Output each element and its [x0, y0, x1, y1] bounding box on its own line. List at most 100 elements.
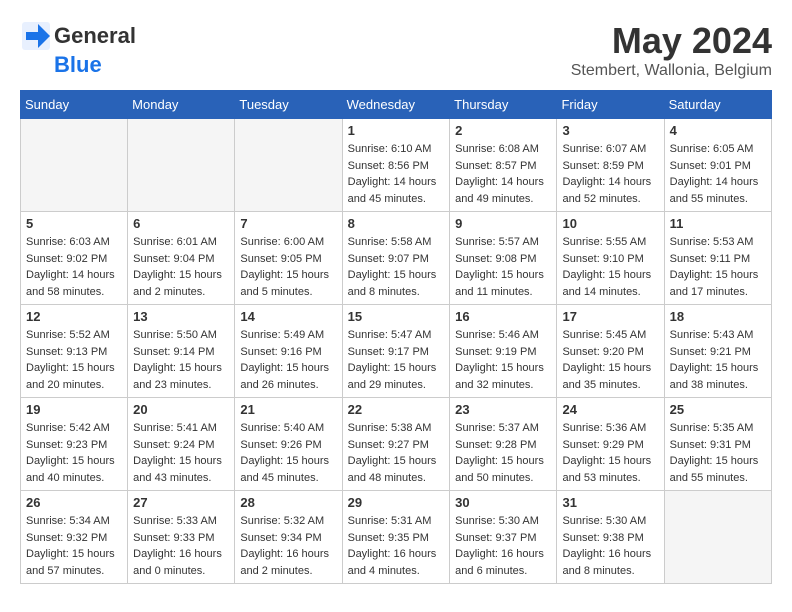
day-info: Sunrise: 6:08 AMSunset: 8:57 PMDaylight:… [455, 141, 551, 207]
sunrise-text: Sunrise: 5:46 AM [455, 327, 551, 344]
daylight-text: Daylight: 15 hours and 5 minutes. [240, 267, 336, 300]
day-info: Sunrise: 6:00 AMSunset: 9:05 PMDaylight:… [240, 234, 336, 300]
daylight-text: Daylight: 14 hours and 52 minutes. [562, 174, 658, 207]
day-info: Sunrise: 6:01 AMSunset: 9:04 PMDaylight:… [133, 234, 229, 300]
sunset-text: Sunset: 9:28 PM [455, 437, 551, 454]
daylight-text: Daylight: 16 hours and 6 minutes. [455, 546, 551, 579]
sunrise-text: Sunrise: 5:31 AM [348, 513, 445, 530]
day-info: Sunrise: 6:03 AMSunset: 9:02 PMDaylight:… [26, 234, 122, 300]
sunset-text: Sunset: 9:27 PM [348, 437, 445, 454]
day-number: 24 [562, 402, 658, 417]
day-number: 27 [133, 495, 229, 510]
calendar-cell: 15Sunrise: 5:47 AMSunset: 9:17 PMDayligh… [342, 305, 450, 398]
day-info: Sunrise: 5:30 AMSunset: 9:37 PMDaylight:… [455, 513, 551, 579]
sunset-text: Sunset: 9:23 PM [26, 437, 122, 454]
sunrise-text: Sunrise: 6:05 AM [670, 141, 766, 158]
day-info: Sunrise: 5:30 AMSunset: 9:38 PMDaylight:… [562, 513, 658, 579]
day-number: 5 [26, 216, 122, 231]
day-number: 17 [562, 309, 658, 324]
sunrise-text: Sunrise: 5:53 AM [670, 234, 766, 251]
daylight-text: Daylight: 15 hours and 45 minutes. [240, 453, 336, 486]
daylight-text: Daylight: 16 hours and 8 minutes. [562, 546, 658, 579]
day-number: 6 [133, 216, 229, 231]
sunrise-text: Sunrise: 5:45 AM [562, 327, 658, 344]
daylight-text: Daylight: 15 hours and 32 minutes. [455, 360, 551, 393]
calendar-header-row: SundayMondayTuesdayWednesdayThursdayFrid… [21, 91, 772, 119]
day-info: Sunrise: 5:38 AMSunset: 9:27 PMDaylight:… [348, 420, 445, 486]
day-info: Sunrise: 6:07 AMSunset: 8:59 PMDaylight:… [562, 141, 658, 207]
day-number: 11 [670, 216, 766, 231]
day-number: 21 [240, 402, 336, 417]
column-header-friday: Friday [557, 91, 664, 119]
calendar-cell: 30Sunrise: 5:30 AMSunset: 9:37 PMDayligh… [450, 491, 557, 584]
sunrise-text: Sunrise: 5:37 AM [455, 420, 551, 437]
day-info: Sunrise: 5:53 AMSunset: 9:11 PMDaylight:… [670, 234, 766, 300]
day-number: 12 [26, 309, 122, 324]
day-info: Sunrise: 5:58 AMSunset: 9:07 PMDaylight:… [348, 234, 445, 300]
column-header-thursday: Thursday [450, 91, 557, 119]
logo: General Blue [20, 20, 136, 78]
sunrise-text: Sunrise: 5:32 AM [240, 513, 336, 530]
day-number: 8 [348, 216, 445, 231]
daylight-text: Daylight: 15 hours and 26 minutes. [240, 360, 336, 393]
calendar-cell: 14Sunrise: 5:49 AMSunset: 9:16 PMDayligh… [235, 305, 342, 398]
sunrise-text: Sunrise: 5:30 AM [455, 513, 551, 530]
calendar-cell: 18Sunrise: 5:43 AMSunset: 9:21 PMDayligh… [664, 305, 771, 398]
sunset-text: Sunset: 9:11 PM [670, 251, 766, 268]
calendar-cell: 29Sunrise: 5:31 AMSunset: 9:35 PMDayligh… [342, 491, 450, 584]
daylight-text: Daylight: 15 hours and 29 minutes. [348, 360, 445, 393]
daylight-text: Daylight: 15 hours and 17 minutes. [670, 267, 766, 300]
day-number: 25 [670, 402, 766, 417]
daylight-text: Daylight: 15 hours and 53 minutes. [562, 453, 658, 486]
column-header-sunday: Sunday [21, 91, 128, 119]
day-info: Sunrise: 5:43 AMSunset: 9:21 PMDaylight:… [670, 327, 766, 393]
sunrise-text: Sunrise: 5:50 AM [133, 327, 229, 344]
sunset-text: Sunset: 9:14 PM [133, 344, 229, 361]
day-number: 15 [348, 309, 445, 324]
logo-blue: Blue [54, 52, 102, 78]
sunrise-text: Sunrise: 5:41 AM [133, 420, 229, 437]
logo-general: General [54, 23, 136, 49]
day-number: 26 [26, 495, 122, 510]
calendar-cell: 23Sunrise: 5:37 AMSunset: 9:28 PMDayligh… [450, 398, 557, 491]
daylight-text: Daylight: 14 hours and 55 minutes. [670, 174, 766, 207]
calendar-cell: 25Sunrise: 5:35 AMSunset: 9:31 PMDayligh… [664, 398, 771, 491]
sunset-text: Sunset: 9:19 PM [455, 344, 551, 361]
daylight-text: Daylight: 14 hours and 58 minutes. [26, 267, 122, 300]
sunset-text: Sunset: 9:33 PM [133, 530, 229, 547]
sunrise-text: Sunrise: 5:57 AM [455, 234, 551, 251]
day-info: Sunrise: 5:37 AMSunset: 9:28 PMDaylight:… [455, 420, 551, 486]
daylight-text: Daylight: 15 hours and 2 minutes. [133, 267, 229, 300]
sunset-text: Sunset: 9:26 PM [240, 437, 336, 454]
day-number: 4 [670, 123, 766, 138]
daylight-text: Daylight: 15 hours and 38 minutes. [670, 360, 766, 393]
sunrise-text: Sunrise: 5:38 AM [348, 420, 445, 437]
month-title: May 2024 [571, 20, 772, 62]
calendar-cell: 24Sunrise: 5:36 AMSunset: 9:29 PMDayligh… [557, 398, 664, 491]
daylight-text: Daylight: 16 hours and 4 minutes. [348, 546, 445, 579]
week-row-1: 1Sunrise: 6:10 AMSunset: 8:56 PMDaylight… [21, 119, 772, 212]
sunrise-text: Sunrise: 5:33 AM [133, 513, 229, 530]
calendar-cell: 9Sunrise: 5:57 AMSunset: 9:08 PMDaylight… [450, 212, 557, 305]
calendar-cell [21, 119, 128, 212]
sunrise-text: Sunrise: 6:08 AM [455, 141, 551, 158]
daylight-text: Daylight: 15 hours and 50 minutes. [455, 453, 551, 486]
sunrise-text: Sunrise: 5:52 AM [26, 327, 122, 344]
calendar-cell [664, 491, 771, 584]
daylight-text: Daylight: 15 hours and 43 minutes. [133, 453, 229, 486]
title-section: May 2024 Stembert, Wallonia, Belgium [571, 20, 772, 80]
daylight-text: Daylight: 15 hours and 48 minutes. [348, 453, 445, 486]
sunset-text: Sunset: 9:21 PM [670, 344, 766, 361]
day-number: 9 [455, 216, 551, 231]
day-info: Sunrise: 5:40 AMSunset: 9:26 PMDaylight:… [240, 420, 336, 486]
sunrise-text: Sunrise: 5:35 AM [670, 420, 766, 437]
calendar-cell: 3Sunrise: 6:07 AMSunset: 8:59 PMDaylight… [557, 119, 664, 212]
calendar-cell: 13Sunrise: 5:50 AMSunset: 9:14 PMDayligh… [128, 305, 235, 398]
day-number: 2 [455, 123, 551, 138]
calendar-cell: 10Sunrise: 5:55 AMSunset: 9:10 PMDayligh… [557, 212, 664, 305]
sunset-text: Sunset: 9:13 PM [26, 344, 122, 361]
daylight-text: Daylight: 15 hours and 57 minutes. [26, 546, 122, 579]
sunset-text: Sunset: 9:02 PM [26, 251, 122, 268]
sunset-text: Sunset: 9:31 PM [670, 437, 766, 454]
sunrise-text: Sunrise: 5:55 AM [562, 234, 658, 251]
